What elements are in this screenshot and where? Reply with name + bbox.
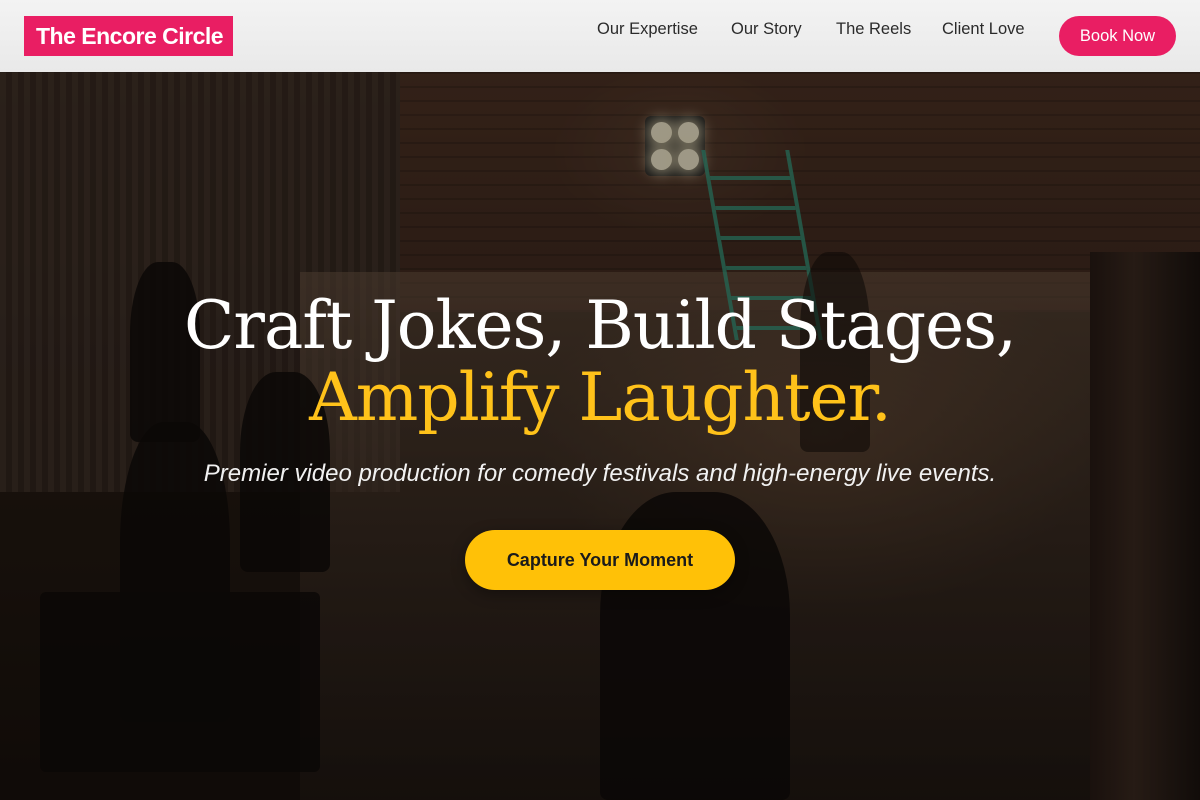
nav-link-our-story[interactable]: Our Story xyxy=(731,19,802,39)
book-now-button[interactable]: Book Now xyxy=(1059,16,1176,56)
hero-subtitle: Premier video production for comedy fest… xyxy=(203,460,997,487)
capture-your-moment-button[interactable]: Capture Your Moment xyxy=(465,530,735,590)
hero-headline-line-2: Amplify Laughter. xyxy=(309,359,892,436)
hero-headline: Craft Jokes, Build Stages, Amplify Laugh… xyxy=(0,290,1200,434)
hero-section: Craft Jokes, Build Stages, Amplify Laugh… xyxy=(0,72,1200,800)
nav-link-the-reels[interactable]: The Reels xyxy=(836,19,911,39)
nav-link-our-expertise[interactable]: Our Expertise xyxy=(597,19,698,39)
brand-logo[interactable]: The Encore Circle xyxy=(24,16,233,56)
hero-content: Craft Jokes, Build Stages, Amplify Laugh… xyxy=(0,72,1200,800)
site-header: The Encore Circle Our Expertise Our Stor… xyxy=(0,0,1200,72)
nav-link-client-love[interactable]: Client Love xyxy=(942,19,1025,39)
hero-headline-line-1: Craft Jokes, Build Stages, xyxy=(183,287,1017,364)
